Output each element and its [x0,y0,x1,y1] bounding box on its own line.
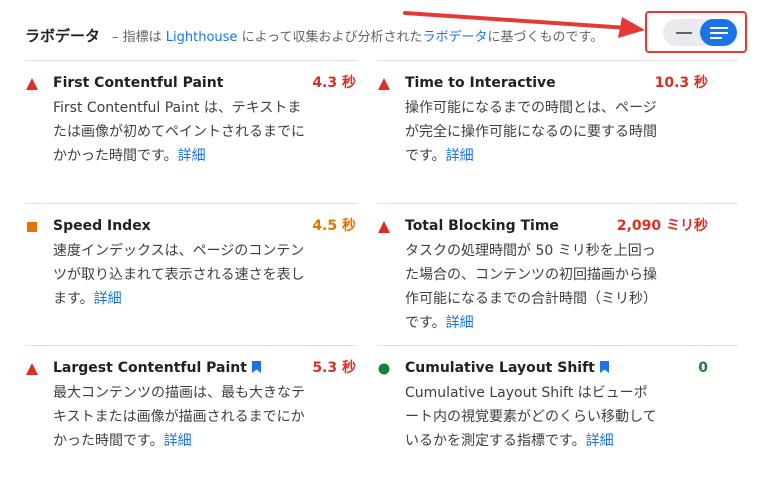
learn-more-link[interactable]: 詳細 [164,433,192,449]
metric-description: タスクの処理時間が 50 ミリ秒を上回った場合の、コンテンツの初回描画から操作可… [405,239,657,335]
learn-more-link[interactable]: 詳細 [446,315,474,331]
lab-data-link[interactable]: ラボデータ [423,30,488,45]
pass-circle-icon [377,361,391,375]
fail-triangle-icon [377,76,391,90]
metric-header: Largest Contentful Paint 5.3 秒 [25,357,356,379]
metric-header: Time to Interactive 10.3 秒 [377,72,708,94]
desc-middle: によって収集および分析された [237,29,423,45]
metric-name: Total Blocking Time [405,218,559,234]
metric-value: 5.3 秒 [312,360,356,376]
description-text: タスクの処理時間が 50 ミリ秒を上回った場合の、コンテンツの初回描画から操作可… [405,243,657,331]
description-text: 速度インデックスは、ページのコンテンツが取り込まれて表示される速さを表します。 [53,243,305,307]
metric-name: Time to Interactive [405,75,556,91]
metric-description: 最大コンテンツの描画は、最も大きなテキストまたは画像が描画されるまでにかかった時… [53,381,305,453]
divider [377,345,738,346]
metric-name: Cumulative Layout Shift [405,357,609,379]
metric-largest-contentful-paint: Largest Contentful Paint 5.3 秒最大コンテンツの描画は… [25,357,356,453]
fail-triangle-icon [25,76,39,90]
divider [25,203,356,204]
desc-prefix: – 指標は [112,29,166,45]
metric-total-blocking-time: Total Blocking Time 2,090 ミリ秒タスクの処理時間が 50… [377,215,708,335]
divider [377,203,738,204]
expanded-view-icon[interactable] [700,19,737,46]
description-text: 操作可能になるまでの時間とは、ページが完全に操作可能になるのに要する時間です。 [405,100,657,164]
learn-more-link[interactable]: 詳細 [586,433,614,449]
section-title: ラボデータ [25,26,101,45]
learn-more-link[interactable]: 詳細 [94,291,122,307]
metric-description: Cumulative Layout Shift はビューポート内の視覚要素がどの… [405,381,657,453]
metric-value: 4.5 秒 [312,218,356,234]
metric-name: Speed Index [53,218,151,234]
description-text: Cumulative Layout Shift はビューポート内の視覚要素がどの… [405,385,657,449]
bookmark-icon [599,358,609,373]
fail-triangle-icon [25,361,39,375]
metric-name: Largest Contentful Paint [53,357,261,379]
metric-value: 0 [698,360,708,376]
view-toggle[interactable] [663,19,737,46]
metric-description: First Contentful Paint は、テキストまたは画像が初めてペイ… [53,96,305,168]
metric-value: 4.3 秒 [312,75,356,91]
metric-speed-index: Speed Index 4.5 秒速度インデックスは、ページのコンテンツが取り込ま… [25,215,356,311]
metric-header: Speed Index 4.5 秒 [25,215,356,237]
metric-header: Cumulative Layout Shift 0 [377,357,708,379]
learn-more-link[interactable]: 詳細 [446,148,474,164]
collapsed-view-icon[interactable] [666,19,703,46]
divider [377,60,738,61]
metric-first-contentful-paint: First Contentful Paint 4.3 秒 First Content… [25,72,356,168]
metric-value: 10.3 秒 [654,75,708,91]
metric-value: 2,090 ミリ秒 [616,218,708,234]
metric-header: Total Blocking Time 2,090 ミリ秒 [377,215,708,237]
lab-data-header: ラボデータ – 指標は Lighthouse によって収集および分析されたラボデ… [25,22,603,48]
desc-suffix: に基づくものです。 [487,29,604,45]
lighthouse-link[interactable]: Lighthouse [166,30,238,45]
view-toggle-highlight [645,11,747,53]
metric-description: 操作可能になるまでの時間とは、ページが完全に操作可能になるのに要する時間です。詳… [405,96,657,168]
metric-header: First Contentful Paint 4.3 秒 [25,72,356,94]
fail-triangle-icon [377,219,391,233]
divider [25,345,356,346]
divider [25,60,356,61]
metric-name: First Contentful Paint [53,75,224,91]
bookmark-icon [251,358,261,373]
section-description: – 指標は Lighthouse によって収集および分析されたラボデータに基づく… [112,26,603,45]
learn-more-link[interactable]: 詳細 [178,148,206,164]
metric-cumulative-layout-shift: Cumulative Layout Shift 0 Cumulative Layou… [377,357,708,453]
average-square-icon [25,219,39,233]
metric-time-to-interactive: Time to Interactive 10.3 秒操作可能になるまでの時間とは、… [377,72,708,168]
metric-description: 速度インデックスは、ページのコンテンツが取り込まれて表示される速さを表します。詳… [53,239,305,311]
